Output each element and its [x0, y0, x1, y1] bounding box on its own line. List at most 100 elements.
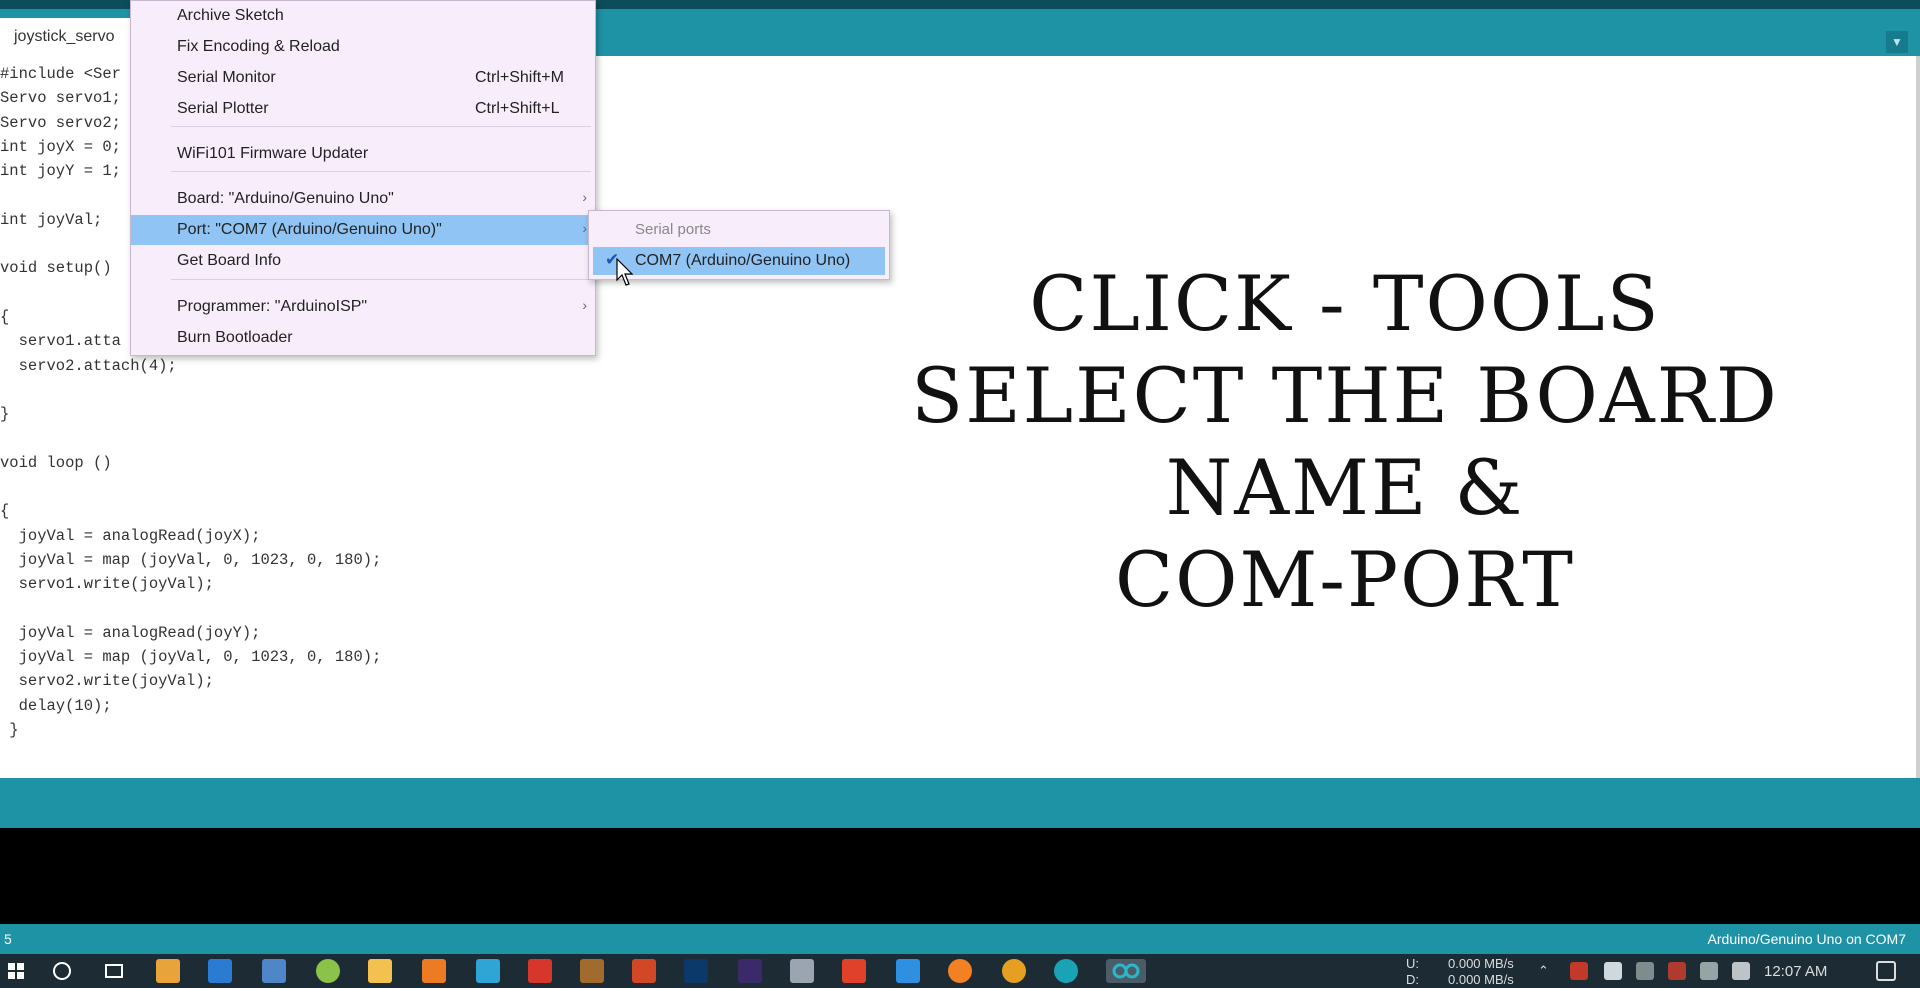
store-icon[interactable] [156, 959, 180, 983]
code-line[interactable]: joyVal = map (joyVal, 0, 1023, 0, 180); [0, 551, 382, 569]
status-bar: 5 Arduino/Genuino Uno on COM7 [0, 924, 1920, 954]
code-line[interactable]: servo1.atta [0, 332, 121, 350]
task-view-icon[interactable] [102, 959, 126, 983]
menu-item-serial-monitor[interactable]: Serial Monitor Ctrl+Shift+M [131, 63, 595, 93]
menu-item-label: Archive Sketch [177, 7, 284, 24]
menu-item-serial-plotter[interactable]: Serial Plotter Ctrl+Shift+L [131, 94, 595, 124]
tray-chevron-icon[interactable]: ⌃ [1538, 963, 1549, 979]
wifi-icon[interactable] [1636, 962, 1654, 980]
cortana-icon[interactable] [50, 959, 74, 983]
code-line[interactable]: servo2.attach(4); [0, 357, 177, 375]
code-line[interactable]: servo1.write(joyVal); [0, 575, 214, 593]
net-down-label: D: [1406, 972, 1419, 987]
caption-line-2: SELECT THE BOARD [911, 351, 1779, 440]
app-icon[interactable] [842, 959, 866, 983]
board-port-info: Arduino/Genuino Uno on COM7 [1707, 931, 1906, 947]
console-output [0, 828, 1920, 924]
clock[interactable]: 12:07 AM [1764, 963, 1827, 980]
caption-line-3: NAME & [1165, 443, 1525, 532]
chrome-icon[interactable] [1002, 959, 1026, 983]
volume-icon[interactable] [1732, 962, 1750, 980]
net-down-speed: 0.000 MB/s [1448, 972, 1514, 987]
app-icon[interactable] [422, 959, 446, 983]
app-icon[interactable] [262, 959, 286, 983]
code-line[interactable]: servo2.write(joyVal); [0, 672, 214, 690]
acrobat-icon[interactable] [528, 959, 552, 983]
code-line[interactable]: Servo servo2; [0, 114, 121, 132]
code-line[interactable]: Servo servo1; [0, 89, 121, 107]
net-up-label: U: [1406, 956, 1419, 971]
submenu-arrow-icon: › [582, 297, 587, 313]
powerpoint-icon[interactable] [632, 959, 656, 983]
photoshop-icon[interactable] [684, 959, 708, 983]
menu-item-shortcut: Ctrl+Shift+L [475, 100, 560, 117]
menu-item-programmer-arduinoisp[interactable]: Programmer: "ArduinoISP" › [131, 292, 595, 322]
menu-item-label: Port: "COM7 (Arduino/Genuino Uno)" [177, 221, 442, 238]
menu-item-fix-encoding-reload[interactable]: Fix Encoding & Reload [131, 32, 595, 62]
menu-separator [171, 126, 591, 127]
edge-icon[interactable] [208, 959, 232, 983]
arduino-icon[interactable] [1054, 959, 1078, 983]
port-com7-item[interactable]: ✔ COM7 (Arduino/Genuino Uno) [593, 247, 885, 275]
security-icon[interactable] [1604, 962, 1622, 980]
after-effects-icon[interactable] [738, 959, 762, 983]
submenu-arrow-icon: › [582, 220, 587, 236]
menu-item-label: Get Board Info [177, 252, 282, 269]
app-icon[interactable] [580, 959, 604, 983]
editor-scrollbar[interactable] [1916, 56, 1920, 778]
caption-line-1: CLICK - TOOLS [1029, 259, 1661, 348]
code-line[interactable]: int joyX = 0; [0, 138, 121, 156]
menu-item-port-com7-arduino-genuino-uno[interactable]: Port: "COM7 (Arduino/Genuino Uno)" › [131, 215, 595, 245]
menu-item-label: Programmer: "ArduinoISP" [177, 298, 368, 315]
menu-item-archive-sketch[interactable]: Archive Sketch [131, 1, 595, 31]
app-icon[interactable] [896, 959, 920, 983]
code-line[interactable]: int joyVal; [0, 211, 102, 229]
code-line[interactable]: } [0, 405, 9, 423]
code-line[interactable]: void setup() [0, 259, 112, 277]
menu-item-label: Board: "Arduino/Genuino Uno" [177, 190, 394, 207]
arduino-active-icon[interactable] [1106, 959, 1146, 983]
code-line[interactable]: joyVal = map (joyVal, 0, 1023, 0, 180); [0, 648, 382, 666]
menu-item-get-board-info[interactable]: Get Board Info [131, 246, 595, 276]
code-line[interactable]: } [0, 721, 18, 739]
menu-item-wifi101-firmware-updater[interactable]: WiFi101 Firmware Updater [131, 139, 595, 169]
menu-item-burn-bootloader[interactable]: Burn Bootloader [131, 323, 595, 353]
menu-separator [171, 279, 591, 280]
code-line[interactable]: joyVal = analogRead(joyY); [0, 624, 261, 642]
tray-icon[interactable] [1668, 962, 1686, 980]
message-area [0, 778, 1920, 828]
serial-ports-header: Serial ports [635, 221, 711, 238]
menu-item-shortcut: Ctrl+Shift+M [475, 69, 564, 86]
line-number: 5 [4, 931, 12, 947]
notifications-icon[interactable] [1876, 961, 1896, 981]
tray-icon[interactable] [1570, 962, 1588, 980]
battery-icon[interactable] [1700, 962, 1718, 980]
tab-menu-arrow-icon[interactable]: ▼ [1886, 31, 1908, 53]
code-line[interactable]: void loop () [0, 454, 112, 472]
code-line[interactable]: { [0, 308, 9, 326]
net-up-speed: 0.000 MB/s [1448, 956, 1514, 971]
submenu-arrow-icon: › [582, 189, 587, 205]
menu-item-label: Serial Monitor [177, 69, 276, 86]
app-icon[interactable] [316, 959, 340, 983]
code-line[interactable]: #include <Ser [0, 65, 121, 83]
tutorial-caption: CLICK - TOOLS SELECT THE BOARD NAME & CO… [900, 258, 1790, 626]
menu-item-label: WiFi101 Firmware Updater [177, 145, 369, 162]
code-line[interactable]: joyVal = analogRead(joyX); [0, 527, 261, 545]
menu-item-label: Burn Bootloader [177, 329, 293, 346]
app-icon[interactable] [476, 959, 500, 983]
sketch-tab[interactable]: joystick_servo [0, 18, 130, 56]
menu-item-label: Fix Encoding & Reload [177, 38, 340, 55]
app-icon[interactable] [790, 959, 814, 983]
start-icon[interactable] [4, 959, 28, 983]
mouse-cursor-icon [616, 258, 634, 286]
caption-line-4: COM-PORT [1115, 535, 1575, 624]
code-line[interactable]: delay(10); [0, 697, 112, 715]
code-line[interactable]: int joyY = 1; [0, 162, 121, 180]
windows-taskbar: U: D: 0.000 MB/s 0.000 MB/s ⌃ 12:07 AM [0, 954, 1920, 988]
firefox-icon[interactable] [948, 959, 972, 983]
code-line[interactable]: { [0, 502, 9, 520]
menu-item-board-arduino-genuino-uno[interactable]: Board: "Arduino/Genuino Uno" › [131, 184, 595, 214]
file-explorer-icon[interactable] [368, 959, 392, 983]
port-com7-label: COM7 (Arduino/Genuino Uno) [635, 252, 851, 269]
